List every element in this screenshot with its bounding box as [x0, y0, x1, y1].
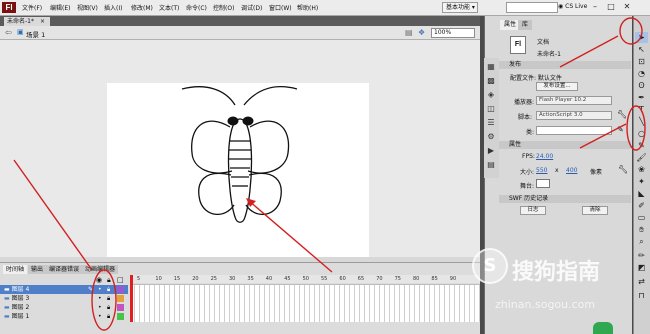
arrow-to-oval-tool	[579, 123, 627, 149]
arrow-to-body	[247, 199, 333, 273]
lock-column-circle	[91, 269, 117, 331]
red-annotations	[13, 17, 646, 331]
selection-tool-circle	[619, 17, 643, 45]
arrow-to-locks	[13, 159, 93, 271]
arrow-to-selection-tool	[559, 35, 619, 68]
oval-tool-circle	[626, 105, 646, 151]
